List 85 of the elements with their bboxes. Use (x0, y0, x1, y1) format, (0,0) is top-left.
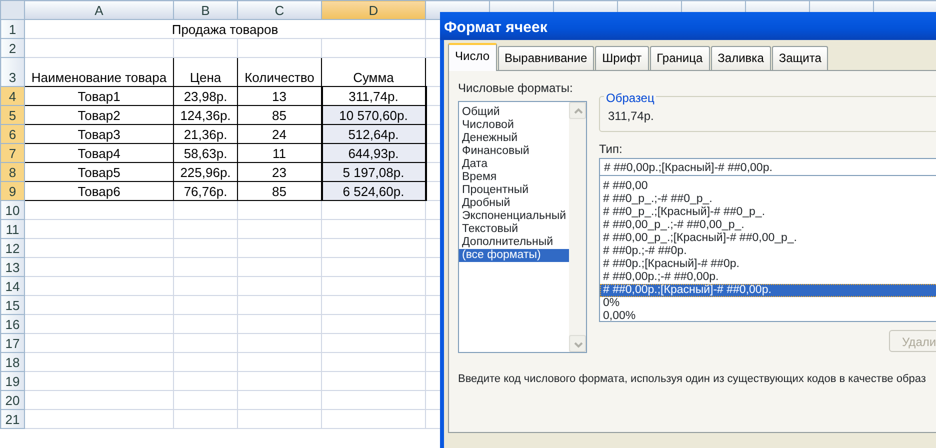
sheet-title: Продажа товаров (24, 20, 426, 38)
format-code-item[interactable]: # ##0р.;[Красный]-# ##0р. (600, 258, 936, 271)
row-header[interactable]: 4 (0, 86, 24, 106)
row-header[interactable]: 3 (0, 58, 24, 86)
category-item[interactable]: Дробный (459, 197, 570, 210)
format-code-item[interactable]: # ##0,00р.;[Красный]-# ##0,00р. (600, 284, 936, 297)
category-item[interactable]: Текстовый (459, 223, 570, 236)
format-code-item[interactable]: # ##0_р_.;-# ##0_р_. (600, 193, 936, 206)
table-cell: Товар1 (24, 86, 174, 106)
table-header-cell: Сумма (322, 58, 426, 86)
categories-label: Числовые форматы: (458, 80, 574, 97)
column-header[interactable]: B (174, 0, 238, 20)
row-header[interactable]: 13 (0, 258, 24, 276)
table-cell[interactable]: 512,64р. (322, 124, 426, 144)
table-header-cell: Количество (238, 58, 322, 86)
row-header[interactable]: 10 (0, 200, 24, 220)
table-cell: Товар5 (24, 162, 174, 182)
row-header[interactable]: 20 (0, 390, 24, 410)
row-header[interactable]: 21 (0, 410, 24, 428)
category-item[interactable]: Денежный (459, 132, 570, 145)
tab[interactable]: Число (448, 43, 497, 71)
category-item[interactable]: Время (459, 171, 570, 184)
tab[interactable]: Защита (772, 46, 828, 70)
tab[interactable]: Выравнивание (498, 46, 594, 70)
sample-value: 311,74р. (608, 108, 655, 125)
row-header[interactable]: 17 (0, 334, 24, 352)
format-code-item[interactable]: # ##0_р_.;[Красный]-# ##0_р_. (600, 206, 936, 219)
table-cell[interactable]: 5 197,08р. (322, 162, 426, 182)
category-item[interactable]: Числовой (459, 119, 570, 132)
row-header[interactable]: 12 (0, 238, 24, 258)
row-header[interactable]: 1 (0, 20, 24, 38)
tab[interactable]: Граница (650, 46, 710, 70)
row-header[interactable]: 9 (0, 182, 24, 200)
table-cell: 225,96р. (174, 162, 238, 182)
column-header[interactable]: C (238, 0, 322, 20)
table-cell: 23,98р. (174, 86, 238, 106)
table-cell: 58,63р. (174, 144, 238, 162)
dialog-title: Формат ячеек (440, 12, 936, 40)
select-all-corner[interactable] (0, 0, 24, 20)
row-header[interactable]: 7 (0, 144, 24, 162)
format-code-item[interactable]: # ##0р.;-# ##0р. (600, 245, 936, 258)
row-header[interactable]: 5 (0, 106, 24, 124)
row-header[interactable]: 14 (0, 276, 24, 296)
row-header[interactable]: 6 (0, 124, 24, 144)
table-cell: 76,76р. (174, 182, 238, 200)
row-header[interactable]: 8 (0, 162, 24, 182)
row-header[interactable]: 19 (0, 372, 24, 390)
table-cell: Товар3 (24, 124, 174, 144)
table-cell: Товар2 (24, 106, 174, 124)
table-cell[interactable]: 10 570,60р. (322, 106, 426, 124)
row-header[interactable]: 15 (0, 296, 24, 314)
format-code-item[interactable]: # ##0,00р.;-# ##0,00р. (600, 271, 936, 284)
column-header[interactable]: D (322, 0, 426, 20)
category-item[interactable]: Дополнительный (459, 236, 570, 249)
format-code-item[interactable]: # ##0,00 (600, 180, 936, 193)
category-item[interactable]: (все форматы) (459, 249, 570, 262)
column-header[interactable]: A (24, 0, 174, 20)
table-header-cell: Наименование товара (24, 58, 174, 86)
format-code-item[interactable]: # ##0,00_р_.;-# ##0,00_р_. (600, 219, 936, 232)
row-header[interactable]: 2 (0, 38, 24, 58)
tab[interactable]: Заливка (710, 46, 771, 70)
type-label: Тип: (599, 141, 624, 158)
table-cell: Товар6 (24, 182, 174, 200)
row-header[interactable]: 18 (0, 352, 24, 372)
table-cell: 21,36р. (174, 124, 238, 144)
row-header[interactable]: 16 (0, 314, 24, 334)
format-code-item[interactable]: 0% (600, 297, 936, 310)
row-header[interactable]: 11 (0, 220, 24, 238)
category-item[interactable]: Процентный (459, 184, 570, 197)
category-item[interactable]: Общий (459, 106, 570, 119)
table-cell: Товар4 (24, 144, 174, 162)
format-code-item[interactable]: # ##0,00_р_.;[Красный]-# ##0,00_р_. (600, 232, 936, 245)
format-code-item[interactable]: 0,00% (600, 310, 936, 323)
category-item[interactable]: Экспоненциальный (459, 210, 570, 223)
tab[interactable]: Шрифт (595, 46, 649, 70)
type-input[interactable]: # ##0,00р.;[Красный]-# ##0,00р. (599, 158, 936, 176)
table-header-cell: Цена (174, 58, 238, 86)
table-cell[interactable]: 6 524,60р. (322, 182, 426, 200)
table-cell[interactable]: 644,93р. (322, 144, 426, 162)
table-cell: 124,36р. (174, 106, 238, 124)
category-item[interactable]: Финансовый (459, 145, 570, 158)
scroll-up-icon[interactable] (569, 102, 586, 119)
hint-text: Введите код числового формата, используя один из существующих кодов в качестве образ (458, 372, 927, 387)
category-item[interactable]: Дата (459, 158, 570, 171)
scroll-down-icon[interactable] (569, 335, 586, 352)
